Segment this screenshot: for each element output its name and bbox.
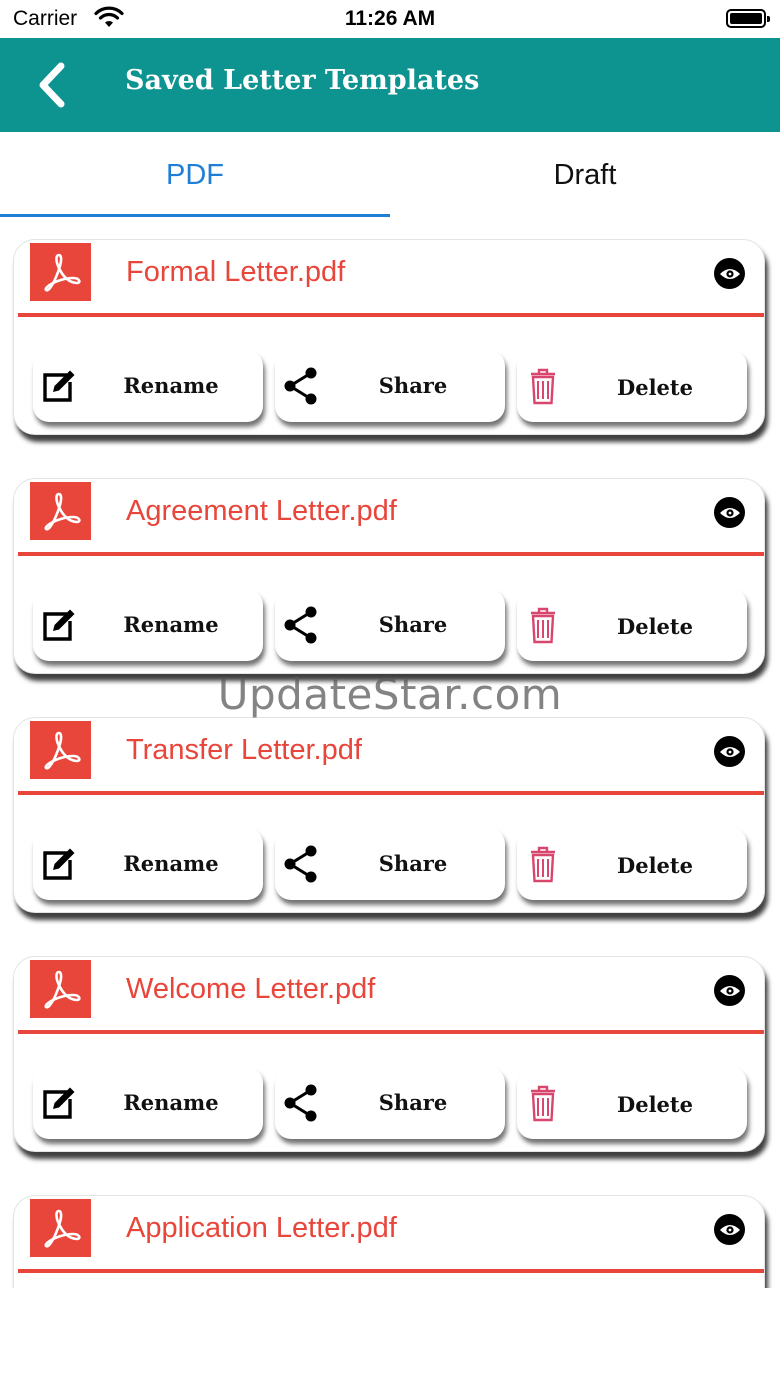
file-card: Application Letter.pdf <box>13 1195 765 1288</box>
delete-button[interactable]: Delete <box>517 589 747 661</box>
share-button[interactable]: Share <box>275 1067 505 1139</box>
delete-label: Delete <box>617 853 693 878</box>
battery-icon <box>726 9 770 28</box>
share-label: Share <box>378 612 448 637</box>
pdf-file-icon <box>30 960 91 1018</box>
share-button[interactable]: Share <box>275 350 505 422</box>
file-card: Agreement Letter.pdf Rename Share Delete <box>13 478 765 674</box>
clock: 11:26 AM <box>344 7 436 30</box>
delete-label: Delete <box>617 375 693 400</box>
rename-button[interactable]: Rename <box>33 1067 263 1139</box>
preview-eye-icon[interactable] <box>714 1214 745 1245</box>
delete-label: Delete <box>617 1092 693 1117</box>
pdf-file-icon <box>30 1199 91 1257</box>
share-label: Share <box>378 851 448 876</box>
file-name[interactable]: Formal Letter.pdf <box>126 256 345 289</box>
pdf-file-icon <box>30 243 91 301</box>
card-divider <box>18 552 764 556</box>
tab-pdf[interactable]: PDF <box>0 132 390 218</box>
share-icon <box>284 1084 317 1122</box>
rename-button[interactable]: Rename <box>33 350 263 422</box>
share-icon <box>284 845 317 883</box>
pdf-file-icon <box>30 482 91 540</box>
preview-eye-icon[interactable] <box>714 975 745 1006</box>
status-bar: Carrier 11:26 AM <box>0 0 780 38</box>
saved-file-list[interactable]: Formal Letter.pdf Rename Share Delete Ag… <box>0 218 780 1288</box>
card-divider <box>18 313 764 317</box>
file-card: Welcome Letter.pdf Rename Share Delete <box>13 956 765 1152</box>
pdf-file-icon <box>30 721 91 779</box>
navigation-bar: Saved Letter Templates <box>0 38 780 132</box>
rename-label: Rename <box>123 851 219 876</box>
trash-icon <box>531 368 555 405</box>
share-label: Share <box>378 1090 448 1115</box>
trash-icon <box>531 846 555 883</box>
rename-label: Rename <box>123 373 219 398</box>
rename-button[interactable]: Rename <box>33 828 263 900</box>
file-name[interactable]: Agreement Letter.pdf <box>126 495 397 528</box>
edit-icon <box>43 848 75 880</box>
share-button[interactable]: Share <box>275 589 505 661</box>
delete-button[interactable]: Delete <box>517 828 747 900</box>
back-button[interactable] <box>30 60 76 110</box>
rename-label: Rename <box>123 612 219 637</box>
file-card: Formal Letter.pdf Rename Share Delete <box>13 239 765 435</box>
preview-eye-icon[interactable] <box>714 736 745 767</box>
card-divider <box>18 1030 764 1034</box>
trash-icon <box>531 1085 555 1122</box>
tab-bar: PDF Draft <box>0 132 780 218</box>
card-divider <box>18 791 764 795</box>
edit-icon <box>43 1087 75 1119</box>
rename-button[interactable]: Rename <box>33 589 263 661</box>
preview-eye-icon[interactable] <box>714 258 745 289</box>
rename-label: Rename <box>123 1090 219 1115</box>
file-name[interactable]: Welcome Letter.pdf <box>126 973 375 1006</box>
share-icon <box>284 367 317 405</box>
file-name[interactable]: Application Letter.pdf <box>126 1212 397 1245</box>
trash-icon <box>531 607 555 644</box>
chevron-left-icon <box>39 62 65 108</box>
share-icon <box>284 606 317 644</box>
share-button[interactable]: Share <box>275 828 505 900</box>
tab-draft[interactable]: Draft <box>390 132 780 218</box>
delete-button[interactable]: Delete <box>517 350 747 422</box>
delete-label: Delete <box>617 614 693 639</box>
preview-eye-icon[interactable] <box>714 497 745 528</box>
edit-icon <box>43 609 75 641</box>
active-tab-indicator <box>0 214 390 217</box>
delete-button[interactable]: Delete <box>517 1067 747 1139</box>
page-title: Saved Letter Templates <box>125 65 480 96</box>
file-name[interactable]: Transfer Letter.pdf <box>126 734 362 767</box>
card-divider <box>18 1269 764 1273</box>
share-label: Share <box>378 373 448 398</box>
file-card: Transfer Letter.pdf Rename Share Delete <box>13 717 765 913</box>
edit-icon <box>43 370 75 402</box>
